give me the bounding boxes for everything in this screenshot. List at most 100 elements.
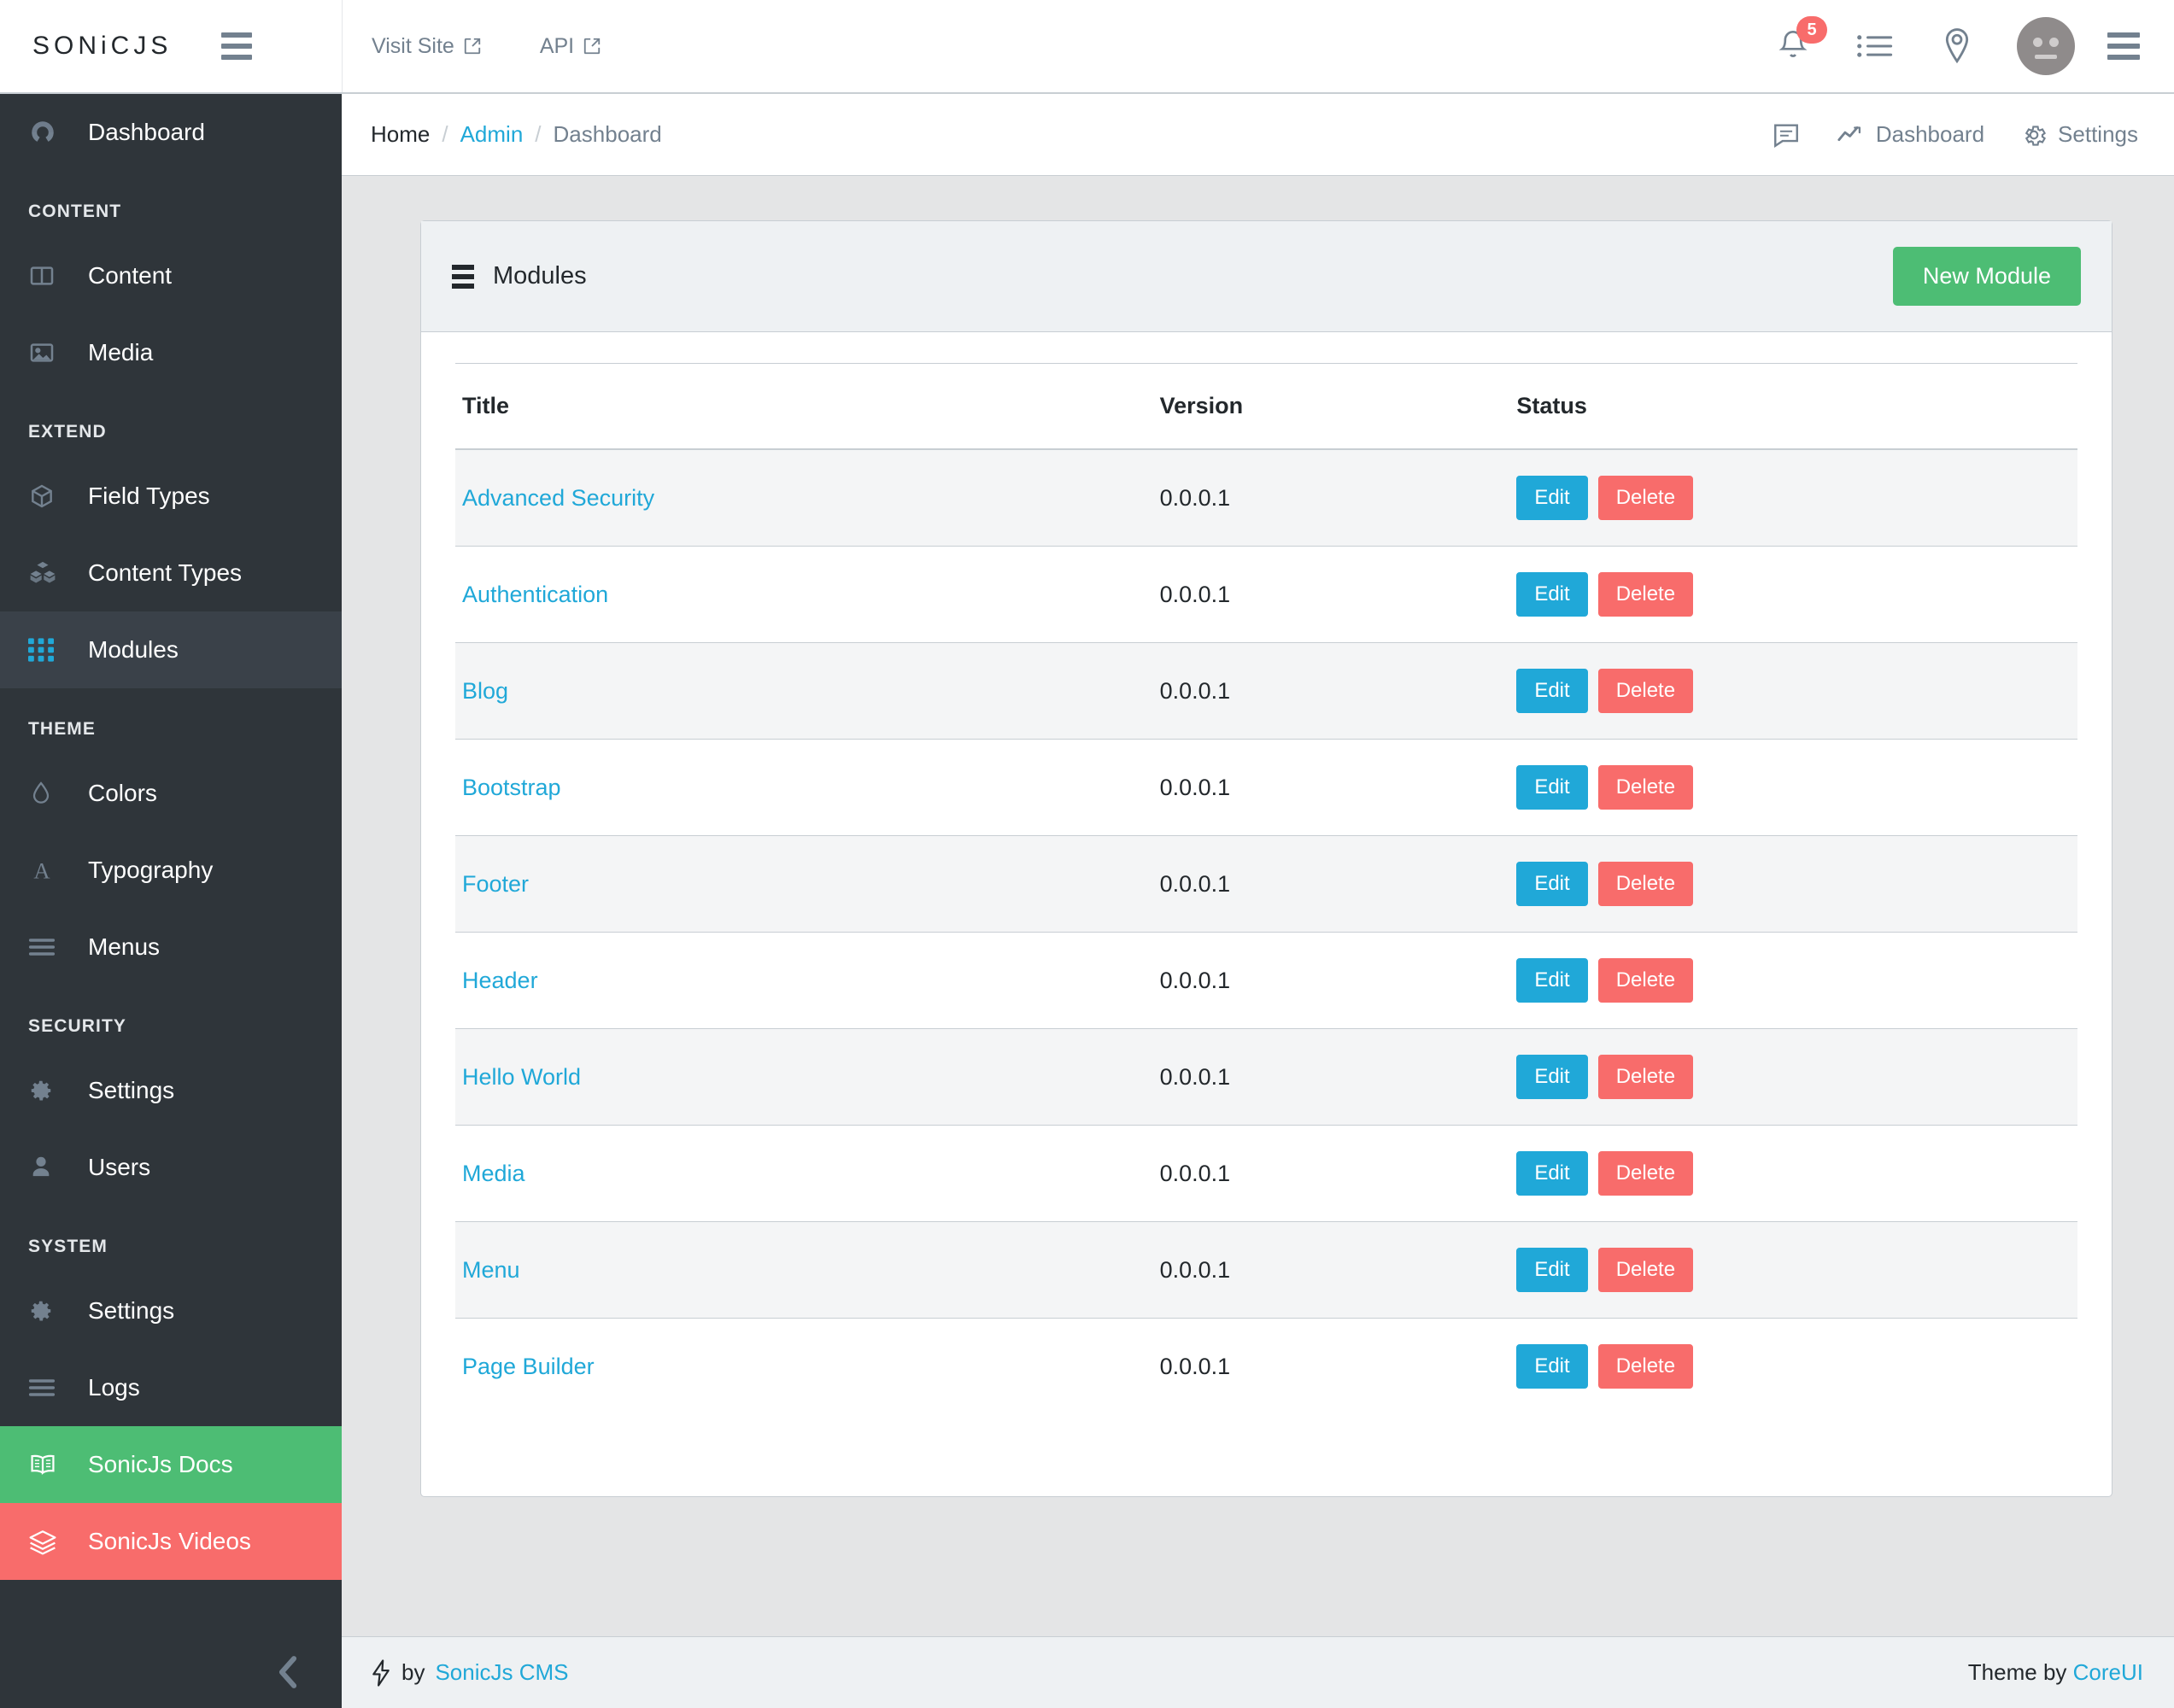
sidebar-item-field-types[interactable]: Field Types (0, 458, 342, 535)
sidebar-item-colors[interactable]: Colors (0, 755, 342, 832)
sidebar-item-label: Settings (88, 1297, 174, 1325)
sidebar-item-security-settings[interactable]: Settings (0, 1052, 342, 1129)
settings-button[interactable]: Settings (2020, 121, 2138, 149)
module-title-link[interactable]: Page Builder (462, 1354, 595, 1379)
sidebar-item-users[interactable]: Users (0, 1129, 342, 1206)
edit-button[interactable]: Edit (1516, 765, 1587, 810)
cell-title: Hello World (455, 1029, 1153, 1126)
card-body: Title Version Status Advanced Security 0.… (421, 332, 2112, 1496)
delete-button[interactable]: Delete (1598, 669, 1693, 713)
tasks-button[interactable] (1834, 0, 1916, 93)
edit-button[interactable]: Edit (1516, 862, 1587, 906)
module-title-link[interactable]: Bootstrap (462, 775, 561, 800)
card-header: Modules New Module (421, 221, 2112, 332)
sidebar-item-label: Users (88, 1154, 150, 1181)
edit-button[interactable]: Edit (1516, 1151, 1587, 1196)
delete-button[interactable]: Delete (1598, 572, 1693, 617)
sidebar-item-label: Logs (88, 1374, 140, 1401)
cell-title: Bootstrap (455, 740, 1153, 836)
module-title-link[interactable]: Advanced Security (462, 485, 654, 511)
module-title-link[interactable]: Blog (462, 678, 508, 704)
delete-button[interactable]: Delete (1598, 1248, 1693, 1292)
sidebar-item-typography[interactable]: A Typography (0, 832, 342, 909)
footer-right: Theme by CoreUI (1968, 1659, 2143, 1686)
breadcrumb-item-home[interactable]: Home (371, 121, 430, 148)
edit-button[interactable]: Edit (1516, 1344, 1587, 1389)
list-icon (1856, 31, 1894, 61)
sonicjs-cms-link[interactable]: SonicJs CMS (435, 1659, 568, 1686)
breadcrumb-item-admin[interactable]: Admin (460, 121, 524, 148)
sidebar-item-label: Field Types (88, 483, 210, 510)
sidebar-item-logs[interactable]: Logs (0, 1349, 342, 1426)
gear-icon (28, 1298, 69, 1324)
table-row: Hello World0.0.0.1EditDelete (455, 1029, 2077, 1126)
sidebar-item-menus[interactable]: Menus (0, 909, 342, 986)
sidebar-item-modules[interactable]: Modules (0, 611, 342, 688)
columns-icon (28, 262, 69, 290)
cell-title: Page Builder (455, 1319, 1153, 1415)
table-head: Title Version Status (455, 364, 2077, 450)
cell-version: 0.0.0.1 (1153, 933, 1510, 1029)
module-title-link[interactable]: Media (462, 1161, 525, 1186)
edit-button[interactable]: Edit (1516, 958, 1587, 1003)
table-row: Blog0.0.0.1EditDelete (455, 643, 2077, 740)
card-title-label: Modules (493, 262, 587, 290)
avatar[interactable] (2017, 17, 2075, 75)
sidebar-item-label: Colors (88, 780, 157, 807)
sidebar-title-extend: EXTEND (0, 391, 342, 458)
sidebar-minimizer[interactable] (0, 1636, 342, 1708)
breadcrumb-separator: / (523, 121, 553, 148)
edit-button[interactable]: Edit (1516, 669, 1587, 713)
sidebar-item-content[interactable]: Content (0, 237, 342, 314)
api-link[interactable]: API (511, 0, 630, 92)
grid-icon (28, 637, 69, 663)
location-pin-icon (1942, 26, 1972, 66)
modules-card: Modules New Module Title Version Status (420, 220, 2112, 1497)
comment-button[interactable] (1772, 121, 1801, 149)
edit-button[interactable]: Edit (1516, 1248, 1587, 1292)
delete-button[interactable]: Delete (1598, 958, 1693, 1003)
delete-button[interactable]: Delete (1598, 1055, 1693, 1099)
delete-button[interactable]: Delete (1598, 1151, 1693, 1196)
cell-status: EditDelete (1509, 449, 2077, 547)
cell-version: 0.0.0.1 (1153, 1126, 1510, 1222)
module-title-link[interactable]: Hello World (462, 1064, 581, 1090)
cube-icon (28, 483, 69, 510)
notifications-button[interactable]: 5 (1752, 0, 1834, 93)
delete-button[interactable]: Delete (1598, 765, 1693, 810)
drop-icon (28, 780, 69, 807)
lightning-bolt-icon (371, 1659, 391, 1687)
footer-left: by SonicJs CMS (371, 1659, 569, 1687)
module-title-link[interactable]: Authentication (462, 582, 608, 607)
logo[interactable]: SONiCJS (32, 32, 172, 61)
dashboard-button[interactable]: Dashboard (1837, 121, 1984, 148)
sidebar-item-label: SonicJs Videos (88, 1528, 251, 1555)
visit-site-link[interactable]: Visit Site (343, 0, 511, 92)
comment-icon (1772, 121, 1801, 149)
module-title-link[interactable]: Menu (462, 1257, 520, 1283)
column-header-status[interactable]: Status (1509, 364, 2077, 450)
list-icon (452, 265, 474, 289)
sidebar-item-sonicjs-docs[interactable]: SonicJs Docs (0, 1426, 342, 1503)
edit-button[interactable]: Edit (1516, 476, 1587, 520)
location-button[interactable] (1916, 0, 1998, 93)
sidebar-item-dashboard[interactable]: Dashboard (0, 94, 342, 171)
sidebar-item-sonicjs-videos[interactable]: SonicJs Videos (0, 1503, 342, 1580)
delete-button[interactable]: Delete (1598, 862, 1693, 906)
edit-button[interactable]: Edit (1516, 1055, 1587, 1099)
sidebar-item-media[interactable]: Media (0, 314, 342, 391)
column-header-title[interactable]: Title (455, 364, 1153, 450)
breadcrumb-separator: / (430, 121, 460, 148)
edit-button[interactable]: Edit (1516, 572, 1587, 617)
module-title-link[interactable]: Footer (462, 871, 529, 897)
column-header-version[interactable]: Version (1153, 364, 1510, 450)
sidebar-item-system-settings[interactable]: Settings (0, 1272, 342, 1349)
sidebar-item-content-types[interactable]: Content Types (0, 535, 342, 611)
coreui-link[interactable]: CoreUI (2073, 1659, 2143, 1685)
module-title-link[interactable]: Header (462, 968, 538, 993)
new-module-button[interactable]: New Module (1893, 247, 2081, 306)
delete-button[interactable]: Delete (1598, 476, 1693, 520)
delete-button[interactable]: Delete (1598, 1344, 1693, 1389)
aside-menu-icon[interactable] (2094, 32, 2153, 60)
menu-toggle-icon[interactable] (221, 32, 252, 60)
